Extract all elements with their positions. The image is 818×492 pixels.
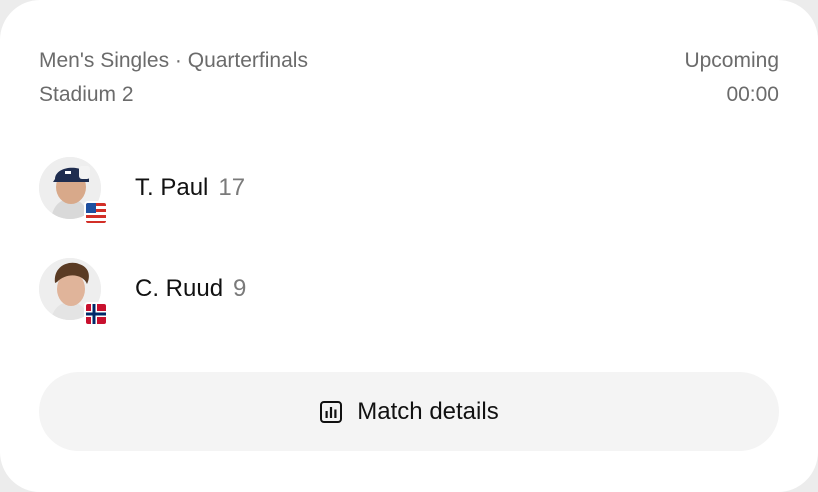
time-label: 00:00 [726,83,779,106]
player-name: T. Paul 17 [135,171,245,205]
us-flag-icon [84,201,108,225]
avatar-wrap [39,258,108,326]
match-details-button[interactable]: Match details [39,372,779,451]
player-row-1[interactable]: T. Paul 17 [39,157,639,225]
match-details-label: Match details [357,397,499,425]
player-name-text: C. Ruud [135,275,224,302]
player-row-2[interactable]: C. Ruud 9 [39,258,639,326]
player-name: C. Ruud 9 [135,272,246,306]
chart-icon [320,400,343,423]
player-seed: 9 [233,275,247,302]
norway-flag-icon [84,302,108,326]
match-card: Men's Singles · Quarterfinals Stadium 2 … [0,0,818,492]
court-label: Stadium 2 [39,83,134,106]
avatar-wrap [39,157,108,225]
match-meta: Men's Singles · Quarterfinals Stadium 2 [39,44,308,112]
player-name-text: T. Paul [135,174,209,201]
event-label: Men's Singles · Quarterfinals [39,49,308,72]
player-seed: 17 [218,174,246,201]
match-status-block: Upcoming 00:00 [684,44,779,112]
status-label: Upcoming [684,49,779,72]
